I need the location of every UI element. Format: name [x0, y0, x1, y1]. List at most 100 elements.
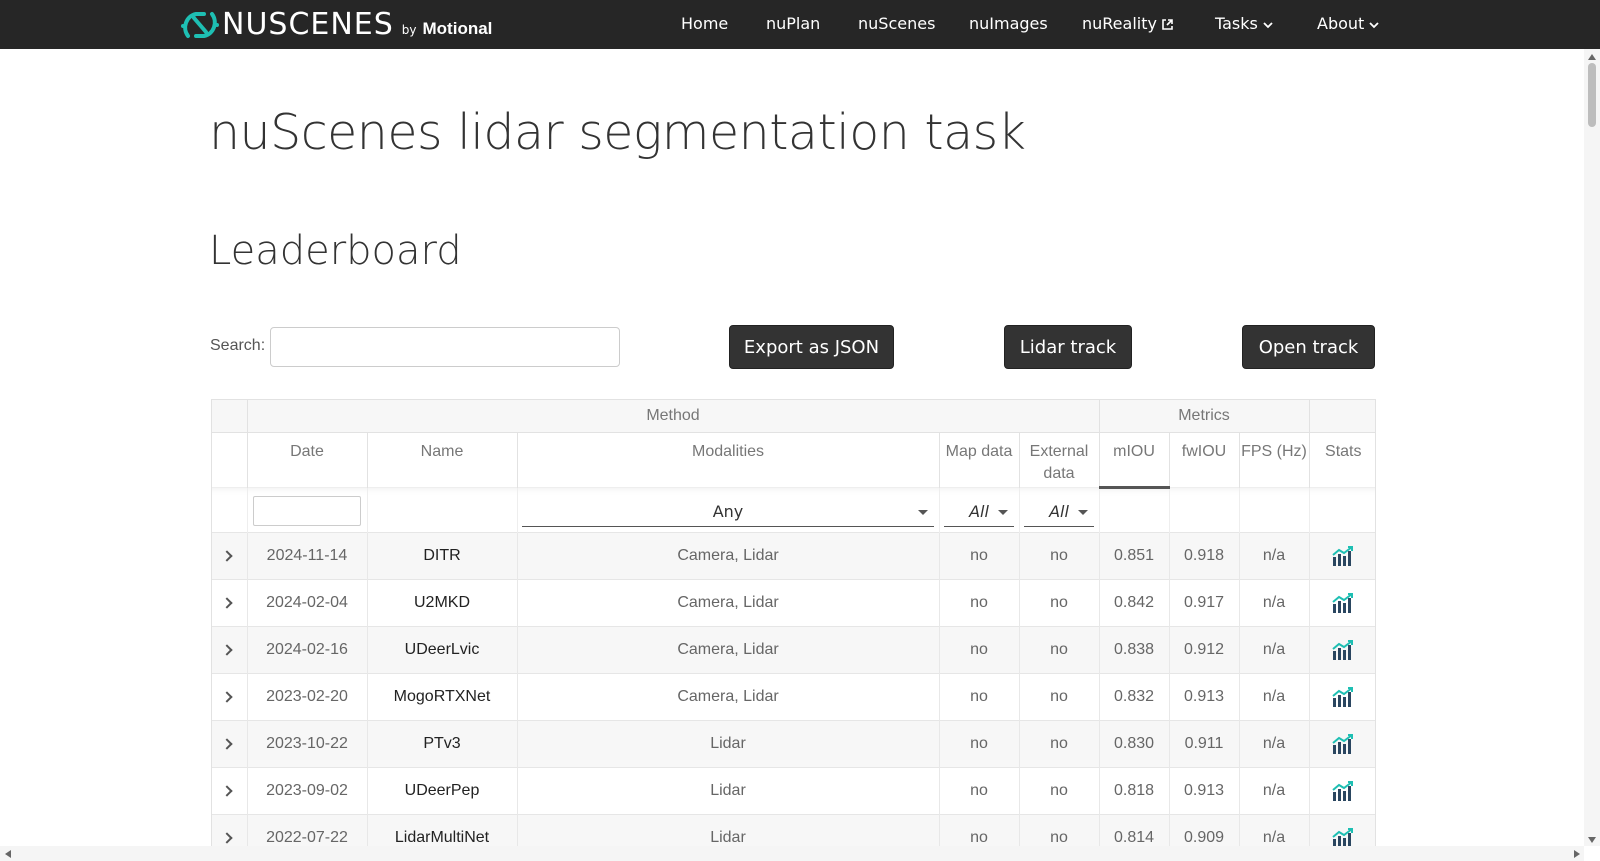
nav-tasks[interactable]: Tasks — [1215, 0, 1274, 49]
open-track-button[interactable]: Open track — [1242, 325, 1375, 369]
row-modalities: Camera, Lidar — [517, 673, 940, 721]
external-data-filter-cell: All — [1019, 487, 1100, 533]
modalities-select[interactable]: Any — [522, 497, 934, 527]
row-fps: n/a — [1239, 626, 1310, 674]
table-row[interactable]: 2023-02-20 MogoRTXNet Camera, Lidar no no 0.8… — [212, 673, 1375, 721]
stats-group-cell — [1309, 399, 1375, 433]
row-fps: n/a — [1239, 532, 1310, 580]
fps-header[interactable]: FPS (Hz) — [1239, 432, 1310, 488]
nav-nuplan[interactable]: nuPlan — [766, 0, 820, 49]
row-expander[interactable] — [212, 532, 248, 580]
horizontal-scrollbar[interactable] — [0, 846, 1584, 861]
row-expander[interactable] — [212, 579, 248, 627]
row-external-data: no — [1019, 720, 1100, 768]
row-stats[interactable] — [1309, 579, 1375, 627]
row-stats[interactable] — [1309, 814, 1375, 846]
row-stats[interactable] — [1309, 626, 1375, 674]
chevron-right-icon — [221, 832, 233, 844]
nav-nuscenes[interactable]: nuScenes — [858, 0, 935, 49]
table-row[interactable]: 2022-07-22 LidarMultiNet Lidar no no 0.814 0.9… — [212, 814, 1375, 846]
external-data-select[interactable]: All — [1024, 497, 1094, 527]
miou-header[interactable]: mIOU — [1099, 432, 1170, 489]
leaderboard-rows: 2024-11-14 DITR Camera, Lidar no no 0.851 0.91… — [212, 532, 1375, 846]
lidar-track-button[interactable]: Lidar track — [1004, 325, 1132, 369]
row-expander[interactable] — [212, 720, 248, 768]
scrollbar-thumb[interactable] — [1588, 63, 1596, 127]
row-stats[interactable] — [1309, 767, 1375, 815]
nav-nureality-label: nuReality — [1082, 14, 1157, 33]
filter-empty-cell — [1239, 487, 1310, 533]
row-date: 2024-02-04 — [247, 579, 368, 627]
table-row[interactable]: 2024-02-04 U2MKD Camera, Lidar no no 0.842 0.9… — [212, 579, 1375, 627]
nav-nuimages-label: nuImages — [969, 14, 1048, 33]
nav-nureality[interactable]: nuReality — [1082, 0, 1174, 49]
row-map-data: no — [939, 579, 1020, 627]
row-expander[interactable] — [212, 767, 248, 815]
row-external-data: no — [1019, 579, 1100, 627]
table-row[interactable]: 2023-09-02 UDeerPep Lidar no no 0.818 0.913 n/a — [212, 767, 1375, 815]
fwiou-header[interactable]: fwIOU — [1169, 432, 1240, 488]
nav-nuimages[interactable]: nuImages — [969, 0, 1048, 49]
date-header[interactable]: Date — [247, 432, 368, 488]
row-miou: 0.832 — [1099, 673, 1170, 721]
scroll-up-icon[interactable] — [1588, 54, 1596, 60]
name-header[interactable]: Name — [367, 432, 518, 488]
nav-nuplan-label: nuPlan — [766, 14, 821, 33]
scroll-down-icon[interactable] — [1588, 837, 1596, 843]
row-miou: 0.818 — [1099, 767, 1170, 815]
row-miou: 0.830 — [1099, 720, 1170, 768]
stats-chart-icon — [1332, 828, 1354, 846]
row-fps: n/a — [1239, 579, 1310, 627]
date-filter-input[interactable] — [253, 496, 361, 526]
scroll-right-icon[interactable] — [1574, 850, 1580, 858]
map-data-header[interactable]: Map data — [939, 432, 1020, 488]
expander-header — [212, 432, 248, 488]
filter-empty-cell — [1099, 487, 1170, 533]
row-stats[interactable] — [1309, 673, 1375, 721]
chevron-right-icon — [221, 785, 233, 797]
scroll-left-icon[interactable] — [5, 850, 11, 858]
caret-down-icon — [918, 510, 928, 515]
row-stats[interactable] — [1309, 532, 1375, 580]
table-row[interactable]: 2024-11-14 DITR Camera, Lidar no no 0.851 0.91… — [212, 532, 1375, 580]
export-json-button[interactable]: Export as JSON — [729, 325, 894, 369]
vertical-scrollbar[interactable] — [1584, 49, 1600, 846]
row-map-data: no — [939, 532, 1020, 580]
nav-menu: Home nuPlan nuScenes nuImages nuReality … — [0, 0, 1600, 49]
filter-empty-cell — [1309, 487, 1375, 533]
expander-group-cell — [212, 399, 248, 433]
nav-nuscenes-label: nuScenes — [858, 14, 936, 33]
stats-chart-icon — [1332, 546, 1354, 566]
leaderboard-table: Method Metrics Date Name Modalities Map … — [211, 399, 1376, 846]
row-expander[interactable] — [212, 673, 248, 721]
table-row[interactable]: 2023-10-22 PTv3 Lidar no no 0.830 0.911 n/a — [212, 720, 1375, 768]
row-name: PTv3 — [367, 720, 518, 768]
row-miou: 0.851 — [1099, 532, 1170, 580]
page-title: nuScenes lidar segmentation task — [209, 104, 1026, 161]
modalities-header[interactable]: Modalities — [517, 432, 940, 488]
stats-chart-icon — [1332, 593, 1354, 613]
map-data-select[interactable]: All — [944, 497, 1014, 527]
row-stats[interactable] — [1309, 720, 1375, 768]
row-external-data: no — [1019, 626, 1100, 674]
row-miou: 0.842 — [1099, 579, 1170, 627]
nav-about[interactable]: About — [1317, 0, 1380, 49]
external-link-icon — [1162, 19, 1173, 30]
nav-home[interactable]: Home — [681, 0, 728, 49]
chevron-right-icon — [221, 691, 233, 703]
external-data-header[interactable]: External data — [1019, 432, 1100, 488]
search-input[interactable] — [270, 327, 620, 367]
row-expander[interactable] — [212, 626, 248, 674]
stats-chart-icon — [1332, 781, 1354, 801]
row-external-data: no — [1019, 814, 1100, 846]
table-row[interactable]: 2024-02-16 UDeerLvic Camera, Lidar no no 0.83… — [212, 626, 1375, 674]
row-name: U2MKD — [367, 579, 518, 627]
row-miou: 0.814 — [1099, 814, 1170, 846]
stats-header: Stats — [1309, 432, 1375, 488]
row-name: UDeerLvic — [367, 626, 518, 674]
row-name: DITR — [367, 532, 518, 580]
row-fwiou: 0.911 — [1169, 720, 1240, 768]
row-expander[interactable] — [212, 814, 248, 846]
stats-chart-icon — [1332, 687, 1354, 707]
chevron-down-icon — [1369, 21, 1379, 28]
